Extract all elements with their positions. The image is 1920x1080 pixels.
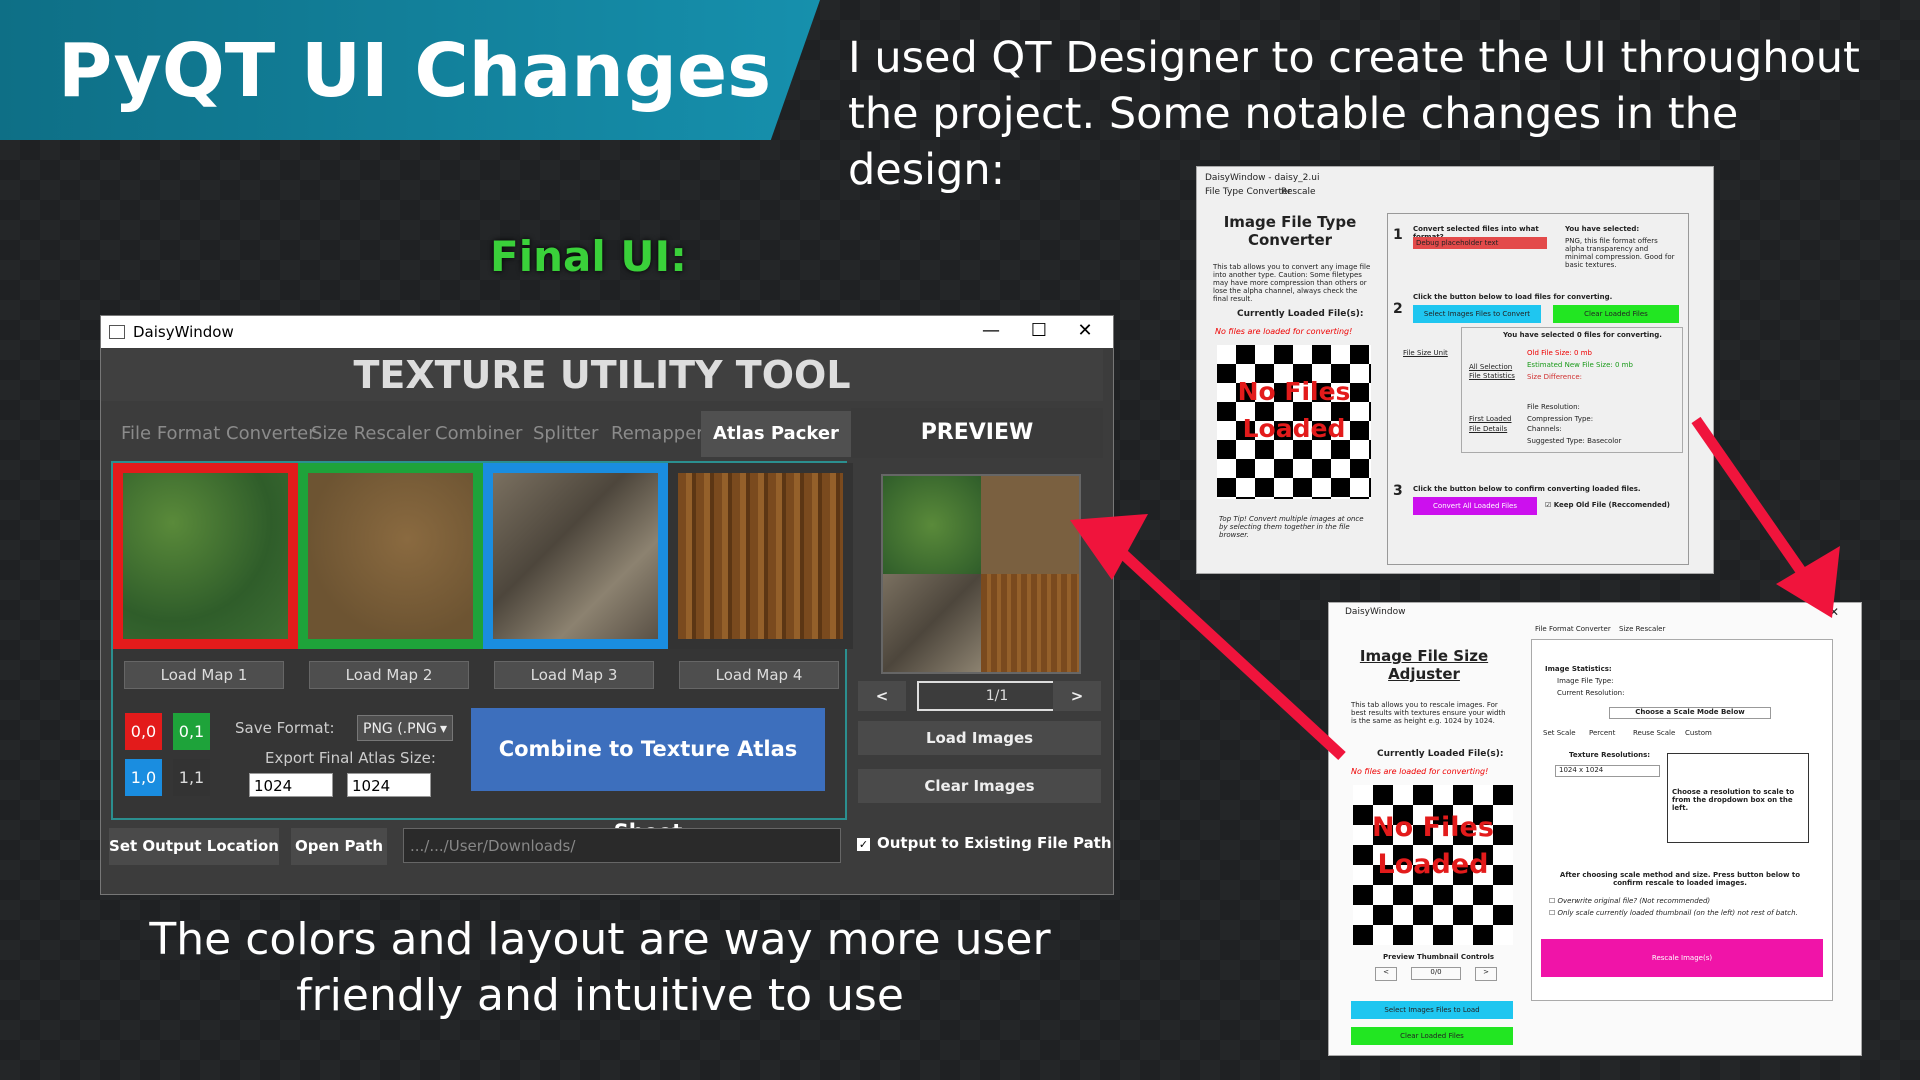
arrows-overlay xyxy=(1070,416,1840,761)
arrow-to-rescaler xyxy=(1691,416,1840,618)
arrow-to-preview xyxy=(1070,514,1346,761)
